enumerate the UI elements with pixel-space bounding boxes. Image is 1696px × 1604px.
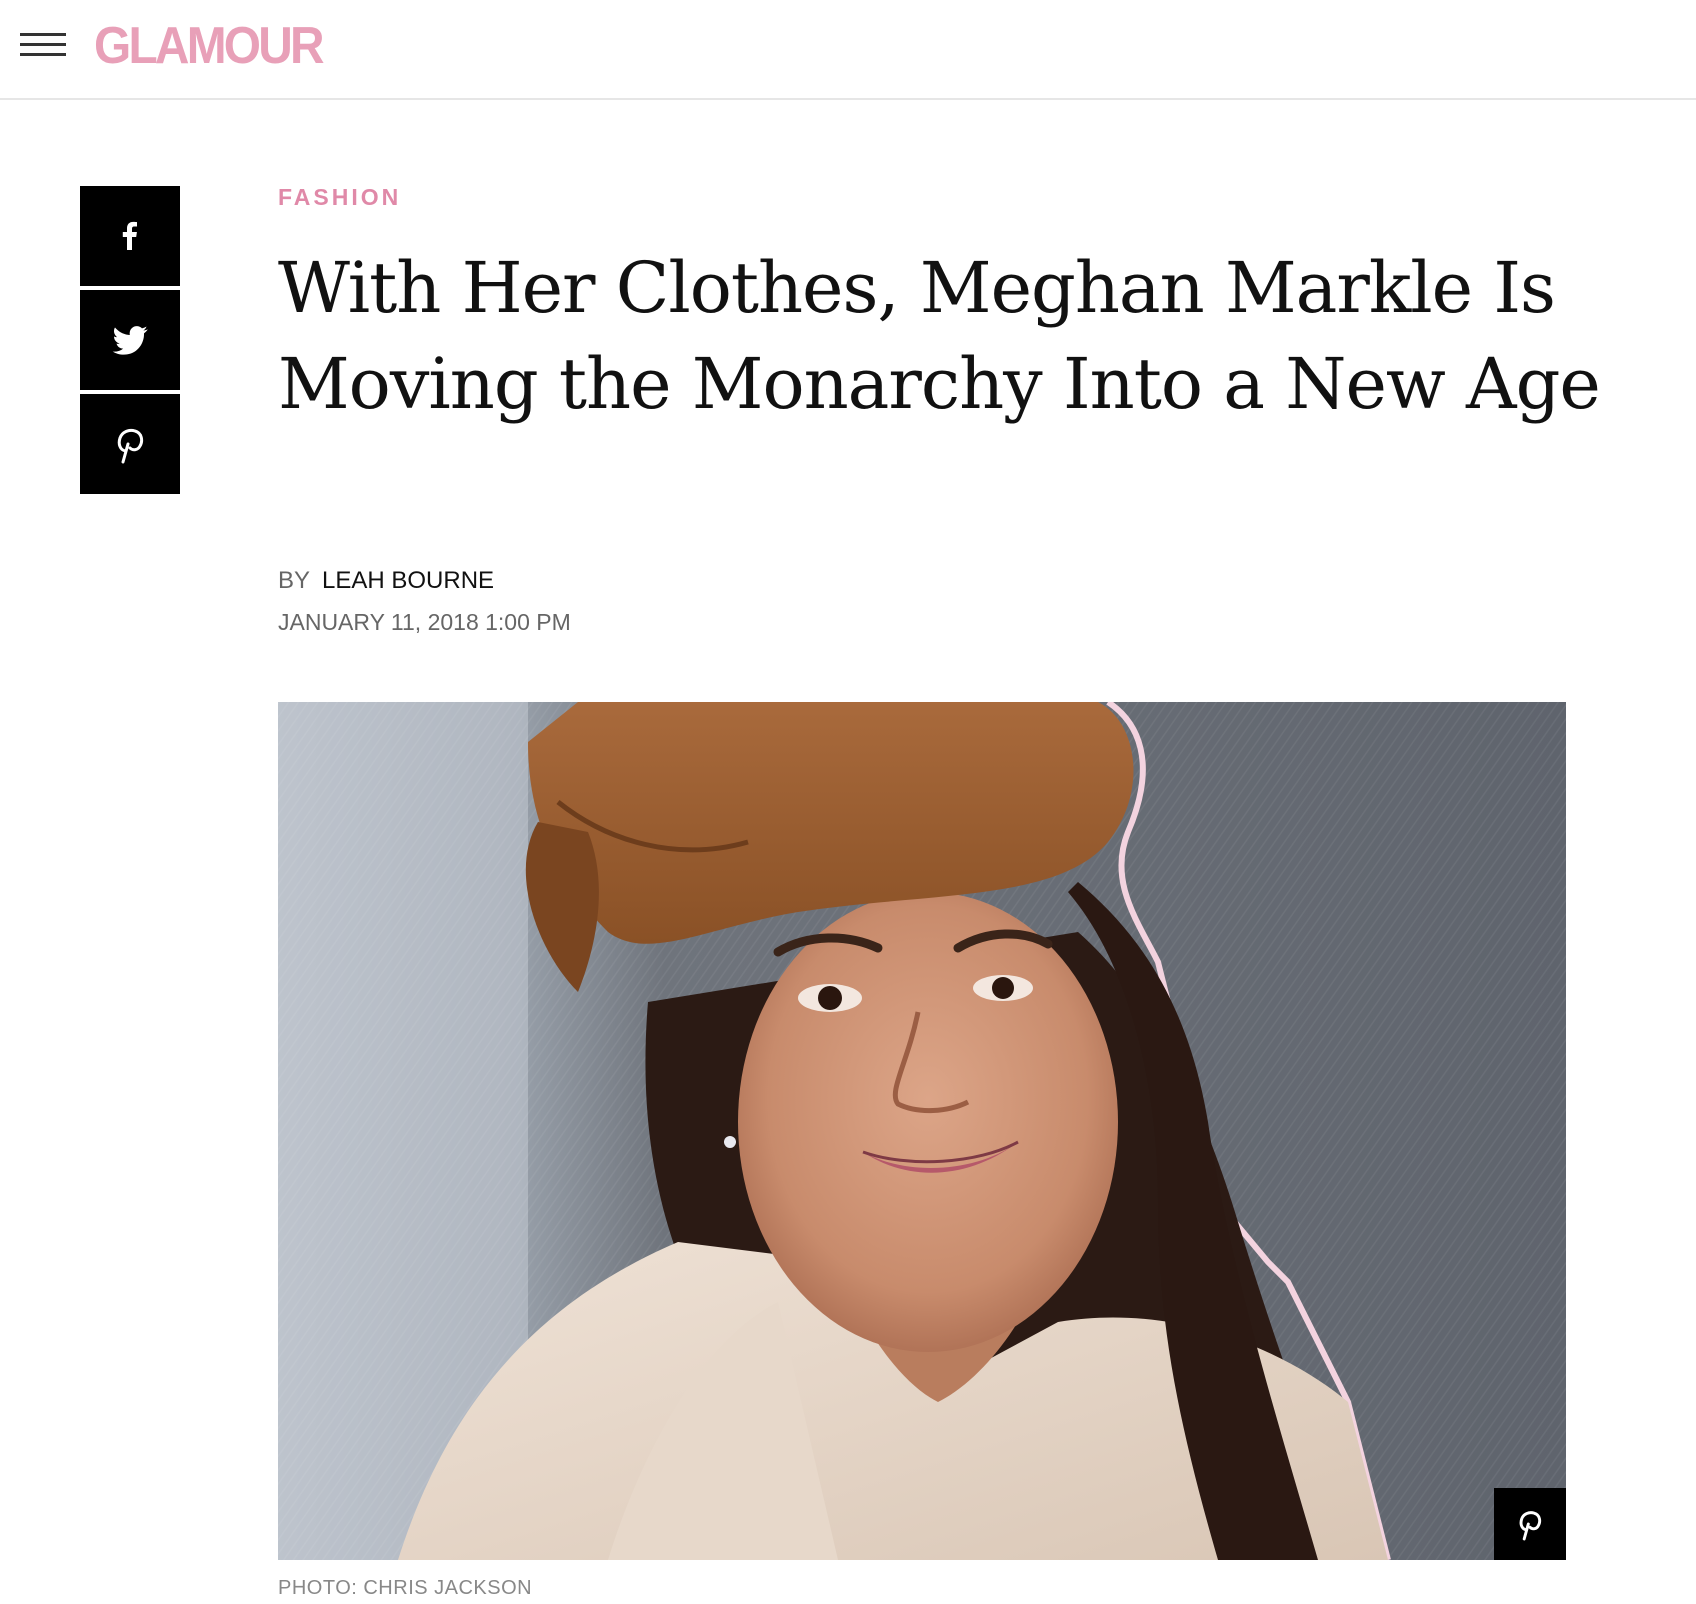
facebook-share-button[interactable] (80, 186, 180, 286)
article-headline: With Her Clothes, Meghan Markle Is Movin… (278, 247, 1601, 425)
image-pin-button[interactable] (1494, 1488, 1566, 1560)
twitter-icon (112, 326, 148, 355)
author-link[interactable]: LEAH BOURNE (322, 567, 494, 594)
pinterest-icon (1519, 1511, 1542, 1541)
by-label: BY (278, 567, 311, 594)
byline: BY LEAH BOURNE (278, 566, 494, 596)
article-category[interactable]: FASHION (278, 183, 401, 211)
hero-image (278, 702, 1566, 1560)
pinterest-icon (117, 428, 144, 464)
hero-photo (278, 702, 1566, 1560)
facebook-icon (122, 221, 137, 250)
publish-date: JANUARY 11, 2018 1:00 PM (278, 609, 571, 635)
photo-credit: PHOTO: CHRIS JACKSON (278, 1577, 533, 1599)
site-header: GLAMOUR (0, 0, 1696, 100)
twitter-share-button[interactable] (80, 290, 180, 390)
pinterest-share-button[interactable] (80, 394, 180, 494)
hamburger-menu-icon[interactable] (20, 30, 66, 60)
site-logo[interactable]: GLAMOUR (94, 16, 325, 76)
